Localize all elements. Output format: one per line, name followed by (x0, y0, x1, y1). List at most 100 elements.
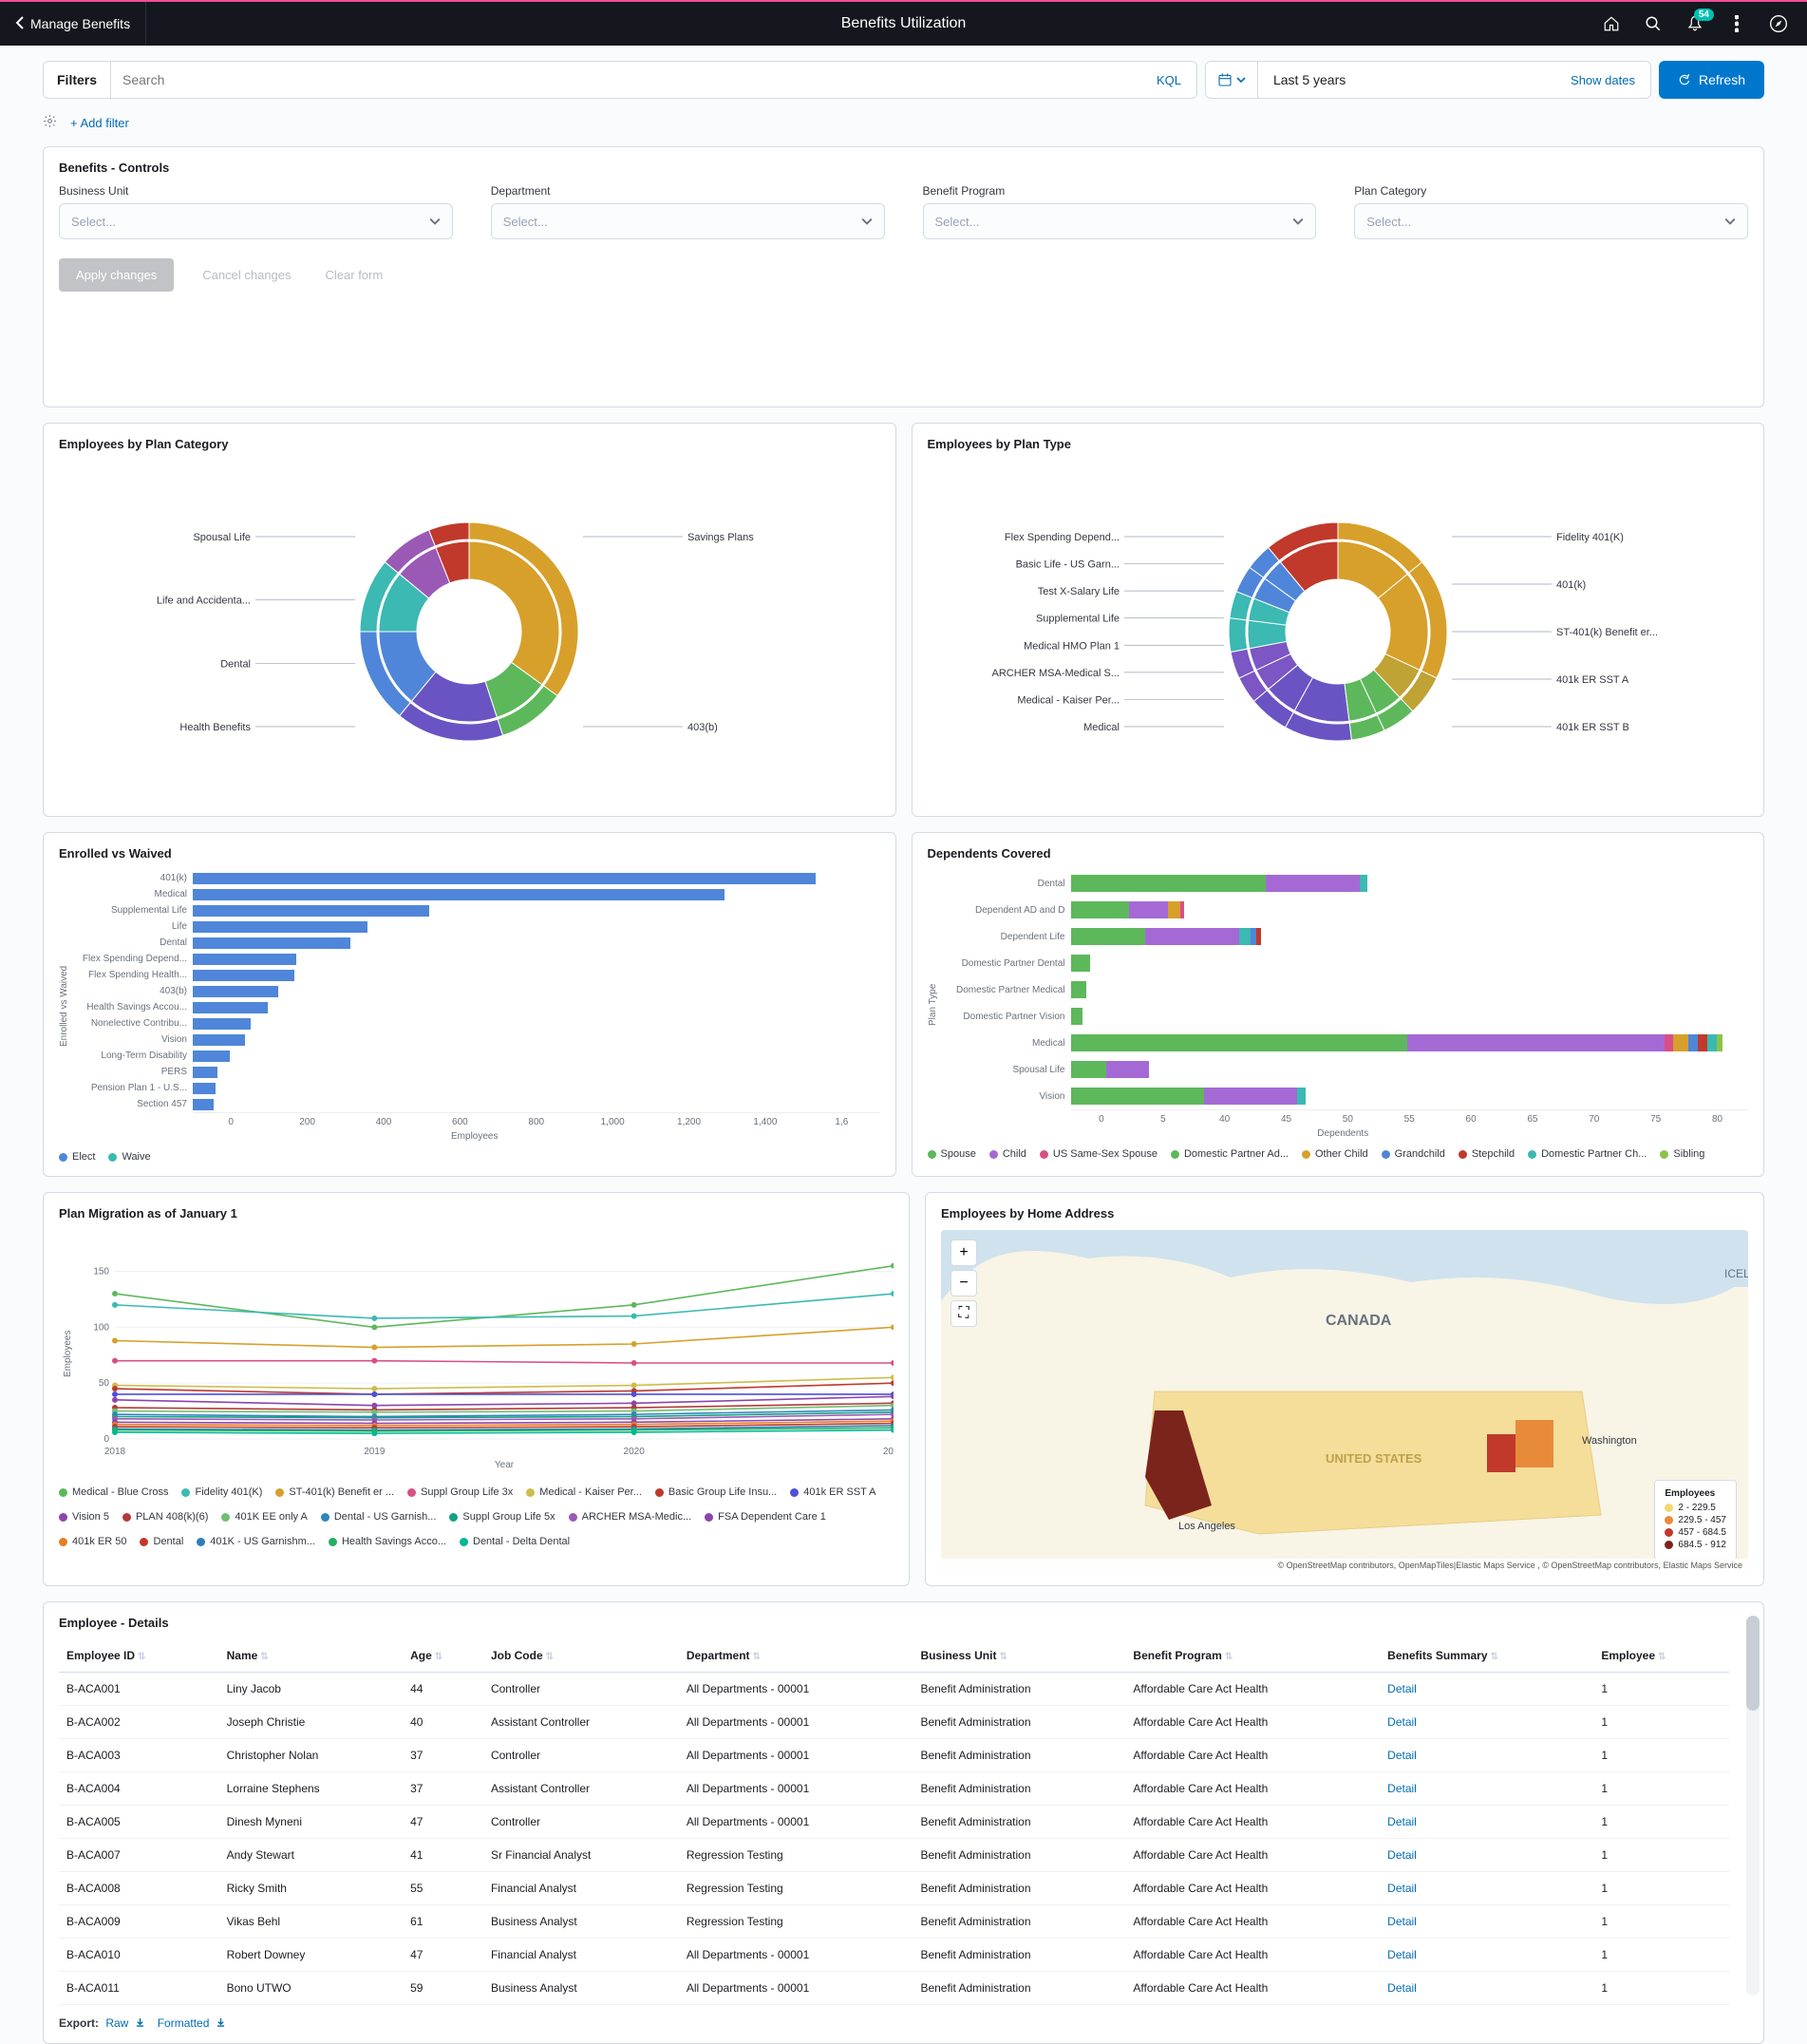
table-header[interactable]: Job Code⇅ (483, 1639, 679, 1673)
svg-text:150: 150 (93, 1267, 109, 1278)
calendar-icon[interactable] (1206, 62, 1258, 98)
back-label: Manage Benefits (30, 16, 130, 31)
date-value: Last 5 years (1258, 62, 1555, 98)
compass-icon[interactable] (1769, 14, 1788, 33)
table-header[interactable]: Employee ID⇅ (59, 1639, 219, 1673)
map-canvas[interactable]: CANADA UNITED STATES Washington Los Ange… (941, 1230, 1748, 1572)
table-header[interactable]: Employee⇅ (1593, 1639, 1729, 1673)
chevron-down-icon (861, 216, 873, 227)
zoom-in-button[interactable]: + (951, 1240, 977, 1266)
table-cell: Affordable Care Act Health (1125, 1772, 1380, 1806)
controls-title: Benefits - Controls (59, 161, 1748, 175)
svg-text:2020: 2020 (624, 1447, 646, 1457)
notifications-icon[interactable]: 54 (1685, 14, 1704, 33)
detail-link[interactable]: Detail (1387, 1749, 1417, 1762)
table-cell: Benefit Administration (913, 1806, 1125, 1839)
table-row[interactable]: B-ACA008Ricky Smith55Financial AnalystRe… (59, 1872, 1729, 1905)
back-button[interactable]: Manage Benefits (0, 2, 146, 46)
controls-grid: Business UnitSelect...DepartmentSelect..… (59, 184, 1748, 239)
table-cell: Dinesh Myneni (219, 1806, 403, 1839)
detail-link[interactable]: Detail (1387, 1715, 1417, 1729)
more-icon[interactable] (1727, 14, 1746, 33)
table-header[interactable]: Benefit Program⇅ (1125, 1639, 1380, 1673)
table-row[interactable]: B-ACA003Christopher Nolan37ControllerAll… (59, 1739, 1729, 1772)
table-cell: Affordable Care Act Health (1125, 1706, 1380, 1739)
table-cell: B-ACA003 (59, 1739, 219, 1772)
table-cell: 37 (403, 1772, 483, 1806)
svg-text:2018: 2018 (104, 1447, 126, 1457)
table-row[interactable]: B-ACA011Bono UTWO59Business AnalystAll D… (59, 1972, 1729, 2005)
detail-link[interactable]: Detail (1387, 1948, 1417, 1961)
migration-chart: 0501001502018201920202021Year (77, 1230, 894, 1477)
table-cell: 1 (1593, 1706, 1729, 1739)
refresh-button[interactable]: Refresh (1659, 61, 1764, 99)
date-picker[interactable]: Last 5 years Show dates (1205, 61, 1651, 99)
table-row[interactable]: B-ACA005Dinesh Myneni47ControllerAll Dep… (59, 1806, 1729, 1839)
control-select[interactable]: Select... (491, 203, 885, 239)
cancel-changes-button[interactable]: Cancel changes (197, 267, 296, 283)
table-cell: Affordable Care Act Health (1125, 1839, 1380, 1872)
export-raw-link[interactable]: Raw (105, 2016, 128, 2030)
export-formatted-link[interactable]: Formatted (158, 2016, 210, 2030)
enrolled-ylabel: Enrolled vs Waived (59, 870, 69, 1142)
control-select[interactable]: Select... (1354, 203, 1748, 239)
table-header[interactable]: Age⇅ (403, 1639, 483, 1673)
control-select[interactable]: Select... (59, 203, 453, 239)
detail-link[interactable]: Detail (1387, 1981, 1417, 1995)
home-icon[interactable] (1602, 14, 1621, 33)
table-row[interactable]: B-ACA001Liny Jacob44ControllerAll Depart… (59, 1673, 1729, 1706)
table-row[interactable]: B-ACA007Andy Stewart41Sr Financial Analy… (59, 1839, 1729, 1872)
table-scrollbar[interactable] (1746, 1616, 1760, 1996)
table-row[interactable]: B-ACA010Robert Downey47Financial Analyst… (59, 1939, 1729, 1972)
map-svg: CANADA UNITED STATES Washington Los Ange… (941, 1230, 1748, 1572)
detail-link[interactable]: Detail (1387, 1815, 1417, 1828)
table-row[interactable]: B-ACA002Joseph Christie40Assistant Contr… (59, 1706, 1729, 1739)
table-cell: Ricky Smith (219, 1872, 403, 1905)
table-cell: Affordable Care Act Health (1125, 1673, 1380, 1706)
detail-link[interactable]: Detail (1387, 1882, 1417, 1895)
table-cell: Regression Testing (679, 1905, 913, 1939)
table-cell: Affordable Care Act Health (1125, 1905, 1380, 1939)
detail-link[interactable]: Detail (1387, 1848, 1417, 1862)
detail-link[interactable]: Detail (1387, 1682, 1417, 1695)
apply-changes-button[interactable]: Apply changes (59, 258, 174, 292)
detail-link[interactable]: Detail (1387, 1915, 1417, 1928)
zoom-out-button[interactable]: − (951, 1270, 977, 1296)
svg-text:100: 100 (93, 1322, 109, 1333)
filters-label[interactable]: Filters (44, 62, 111, 98)
table-row[interactable]: B-ACA004Lorraine Stephens37Assistant Con… (59, 1772, 1729, 1806)
table-header[interactable]: Name⇅ (219, 1639, 403, 1673)
add-filter-link[interactable]: + Add filter (70, 116, 129, 130)
kql-toggle[interactable]: KQL (1141, 73, 1196, 87)
table-row[interactable]: B-ACA009Vikas Behl61Business AnalystRegr… (59, 1905, 1729, 1939)
svg-text:2019: 2019 (364, 1447, 386, 1457)
export-row: Export: Raw Formatted (59, 2016, 1748, 2030)
table-cell: All Departments - 00001 (679, 1739, 913, 1772)
table-cell: Sr Financial Analyst (483, 1839, 679, 1872)
search-input[interactable] (111, 62, 1141, 98)
show-dates-link[interactable]: Show dates (1555, 62, 1650, 98)
dependents-ylabel: Plan Type (928, 870, 938, 1139)
table-header[interactable]: Benefits Summary⇅ (1380, 1639, 1593, 1673)
svg-text:0: 0 (104, 1434, 109, 1445)
table-header[interactable]: Department⇅ (679, 1639, 913, 1673)
dependents-panel: Dependents Covered Plan Type DentalDepen… (912, 832, 1765, 1177)
control-field: Business UnitSelect... (59, 184, 453, 239)
table-cell: B-ACA007 (59, 1839, 219, 1872)
search-container: Filters KQL (43, 61, 1197, 99)
fit-button[interactable]: ⛶ (951, 1300, 977, 1327)
filter-options-row: + Add filter (43, 114, 1764, 131)
table-cell: All Departments - 00001 (679, 1939, 913, 1972)
table-cell: Benefit Administration (913, 1706, 1125, 1739)
map-legend-title: Employees (1665, 1488, 1726, 1499)
control-select[interactable]: Select... (923, 203, 1317, 239)
detail-link[interactable]: Detail (1387, 1782, 1417, 1795)
search-icon[interactable] (1644, 14, 1663, 33)
filter-settings-icon[interactable] (43, 114, 57, 131)
map-legend: Employees 2 - 229.5229.5 - 457457 - 684.… (1654, 1480, 1737, 1561)
notification-count: 54 (1694, 9, 1714, 21)
table-header[interactable]: Business Unit⇅ (913, 1639, 1125, 1673)
table-cell: Detail (1380, 1673, 1593, 1706)
table-cell: Detail (1380, 1872, 1593, 1905)
clear-form-button[interactable]: Clear form (320, 267, 389, 283)
